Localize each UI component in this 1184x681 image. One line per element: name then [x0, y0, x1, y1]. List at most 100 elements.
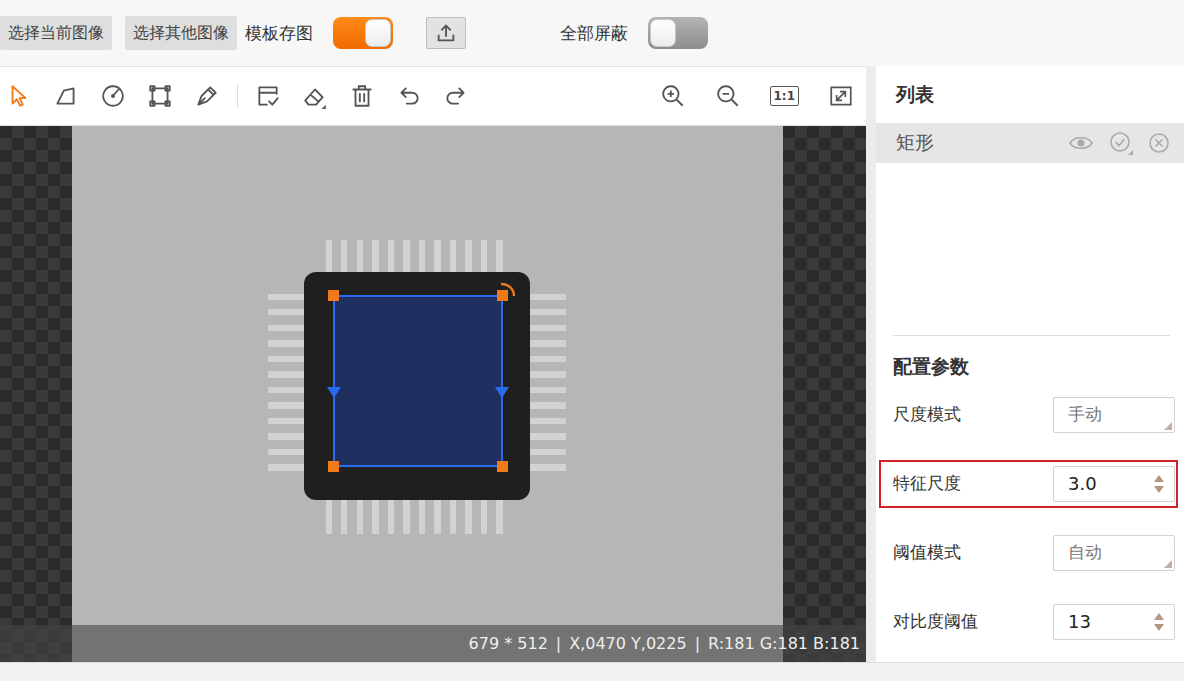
switch-control: 全部屏蔽 [560, 17, 708, 49]
transparent-margin [783, 126, 866, 662]
image-area [72, 126, 783, 662]
check-icon[interactable] [1108, 131, 1134, 155]
param-field: 阈值模式 自动 [879, 529, 1178, 577]
list-item[interactable]: 矩形 [876, 123, 1184, 163]
image-source-button[interactable]: 选择其他图像 [125, 16, 237, 50]
chip-photo [268, 240, 566, 536]
view-tools: 1:1 [660, 83, 855, 109]
toggle-switch[interactable] [333, 17, 393, 49]
param-field: 尺度模式 手动 [879, 391, 1178, 439]
param-label: 尺度模式 [893, 403, 961, 426]
list-empty-area [876, 163, 1184, 335]
fit-button[interactable] [828, 83, 854, 109]
list-item-actions [1068, 131, 1170, 155]
zoom-out-icon [715, 83, 741, 109]
draw-tools [6, 83, 469, 109]
dropdown-corner-icon [1164, 560, 1172, 568]
side-panel: 列表矩形配置参数尺度模式手动特征尺度3.0阈值模式自动对比度阈值13 [876, 66, 1184, 662]
tool-button[interactable] [443, 83, 469, 109]
zoom-out-button[interactable] [715, 83, 741, 109]
param-select[interactable]: 手动 [1053, 397, 1175, 433]
tool-button[interactable] [6, 83, 32, 109]
param-label: 阈值模式 [893, 541, 961, 564]
tool-button[interactable] [349, 83, 375, 109]
edit-check-icon [255, 83, 281, 109]
resize-handle[interactable] [497, 290, 508, 301]
select-value: 自动 [1068, 541, 1102, 564]
redo-icon [443, 83, 469, 109]
spinner-value: 3.0 [1068, 473, 1097, 494]
param-field: 特征尺度 3.0 [879, 460, 1178, 508]
param-spinner[interactable]: 3.0 [1053, 466, 1175, 502]
app-window: 选择当前图像选择其他图像模板存图 全部屏蔽 1:1 679 * 512 | X,0470 … [0, 0, 1184, 681]
panel-divider [893, 335, 1170, 336]
chip-pins [326, 240, 512, 274]
pen-icon [194, 83, 220, 109]
chip-pins [528, 294, 566, 480]
roi-rectangle[interactable] [333, 295, 503, 467]
param-spinner[interactable]: 13 [1053, 604, 1175, 640]
resize-handle[interactable] [328, 290, 339, 301]
direction-marker [327, 387, 341, 398]
fit-screen-icon [828, 83, 854, 109]
polygon-icon [53, 83, 79, 109]
toggle-knob [650, 19, 676, 47]
toggle-switch[interactable] [648, 17, 708, 49]
status-text: X,0470 Y,0225 [569, 634, 686, 653]
dropdown-corner-icon [1164, 422, 1172, 430]
tool-button[interactable] [194, 83, 220, 109]
zoom-in-button[interactable] [660, 83, 686, 109]
zoom-in-icon [660, 83, 686, 109]
trash-icon [349, 83, 375, 109]
param-field: 对比度阈值 13 [879, 598, 1178, 646]
tool-button[interactable] [53, 83, 79, 109]
circle-icon [100, 83, 126, 109]
spinner-arrows-icon[interactable] [1152, 610, 1166, 634]
tool-button[interactable] [100, 83, 126, 109]
workspace: 1:1679 * 512|X,0470 Y,0225|R:181 G:181 B… [0, 66, 1184, 662]
bottom-strip [0, 662, 1184, 681]
tool-button[interactable] [147, 83, 173, 109]
undo-icon [396, 83, 422, 109]
status-separator: | [695, 634, 700, 653]
eye-icon[interactable] [1068, 132, 1094, 154]
resize-handle[interactable] [328, 461, 339, 472]
select-value: 手动 [1068, 403, 1102, 426]
spinner-arrows-icon[interactable] [1152, 472, 1166, 496]
editor-area: 1:1679 * 512|X,0470 Y,0225|R:181 G:181 B… [0, 66, 866, 662]
param-row: 特征尺度 3.0 [876, 449, 1184, 518]
close-icon[interactable] [1148, 132, 1170, 154]
rectangle-icon [147, 83, 173, 109]
param-label: 对比度阈值 [893, 610, 978, 633]
chip-pins [326, 500, 512, 534]
spinner-value: 13 [1068, 611, 1091, 632]
tool-button[interactable] [396, 83, 422, 109]
tool-button[interactable] [302, 83, 328, 109]
toggle-knob [365, 19, 391, 47]
upload-icon [435, 22, 457, 44]
upload-button[interactable] [426, 17, 466, 49]
switch-label: 模板存图 [245, 22, 313, 45]
list-title: 列表 [876, 66, 1184, 123]
param-row: 尺度模式 手动 [876, 380, 1184, 449]
switch-control: 模板存图 [245, 17, 393, 49]
param-row: 对比度阈值 13 [876, 587, 1184, 656]
direction-marker [495, 387, 509, 398]
param-row: 阈值模式 自动 [876, 518, 1184, 587]
eraser-icon [302, 83, 328, 109]
top-bar: 选择当前图像选择其他图像模板存图 全部屏蔽 [0, 0, 1184, 66]
actual-size-button[interactable]: 1:1 [770, 86, 800, 106]
param-select[interactable]: 自动 [1053, 535, 1175, 571]
status-text: 679 * 512 [469, 634, 548, 653]
transparent-margin [0, 126, 72, 662]
rotate-handle-icon[interactable] [499, 281, 517, 299]
list-item-name: 矩形 [896, 130, 934, 156]
pointer-icon [6, 83, 32, 109]
param-label: 特征尺度 [893, 472, 961, 495]
image-canvas[interactable]: 679 * 512|X,0470 Y,0225|R:181 G:181 B:18… [0, 126, 866, 662]
tool-button[interactable] [255, 83, 281, 109]
image-source-button[interactable]: 选择当前图像 [0, 16, 112, 50]
status-text: R:181 G:181 B:181 [708, 634, 860, 653]
switch-label: 全部屏蔽 [560, 22, 628, 45]
resize-handle[interactable] [497, 461, 508, 472]
